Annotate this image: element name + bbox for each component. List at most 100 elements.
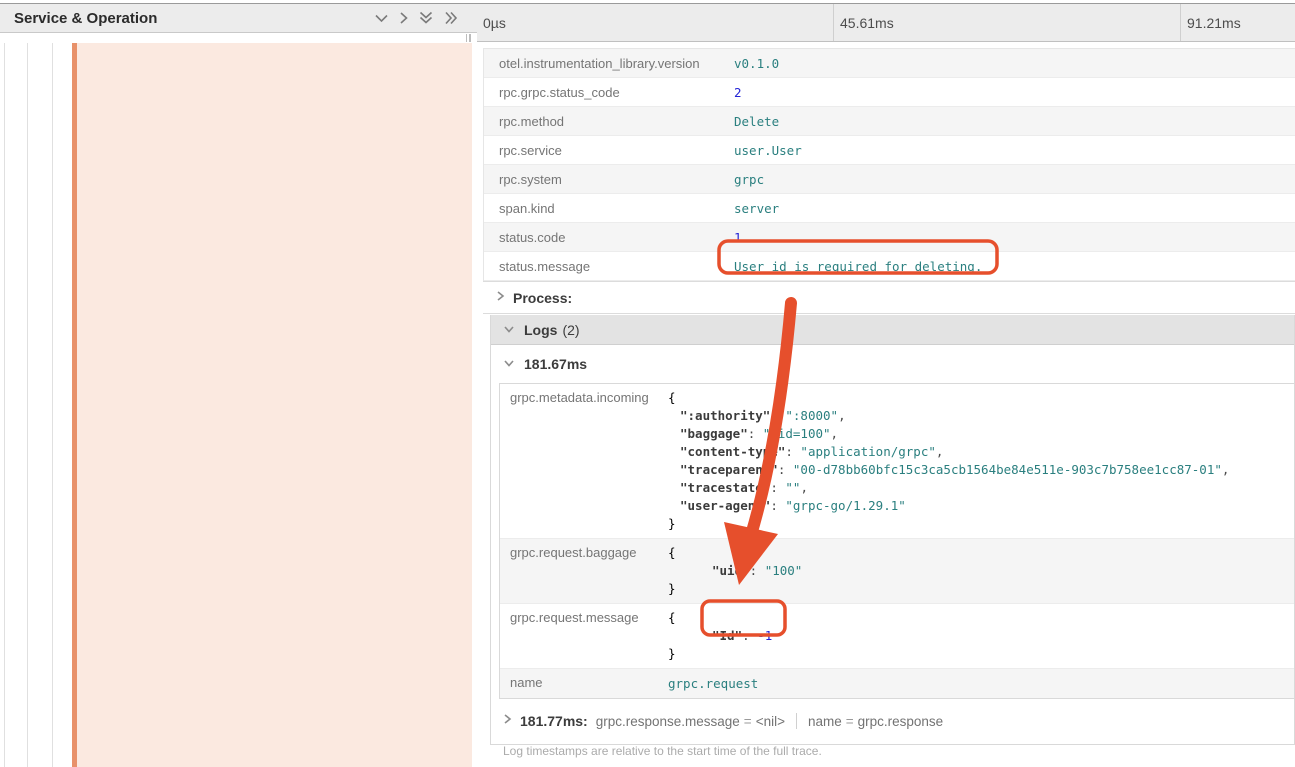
tag-value: server [734, 201, 779, 216]
column-resizer-handle[interactable] [463, 33, 473, 42]
tag-row: otel.instrumentation_library.versionv0.1… [484, 49, 1295, 78]
tag-key: span.kind [484, 201, 734, 216]
summary-divider [796, 713, 797, 729]
log-field-row: namegrpc.request [500, 669, 1294, 698]
json-entry: "Id": -1 [668, 627, 1286, 645]
tick-label-0: 0µs [483, 4, 506, 41]
service-operation-title: Service & Operation [0, 10, 374, 27]
summary-key: name [808, 714, 842, 729]
log-timestamp: 181.67ms [524, 356, 587, 372]
json-key: "traceparent" [680, 462, 778, 477]
chevron-right-icon [503, 712, 512, 730]
tag-value: Delete [734, 114, 779, 129]
json-value: "00-d78bb60bfc15c3ca5cb1564be84e511e-903… [793, 462, 1222, 477]
json-comma: , [936, 444, 944, 459]
json-colon: : [770, 480, 785, 495]
log-field-value: {"uid": "100"} [668, 539, 1294, 603]
json-colon: : [742, 628, 757, 643]
json-colon: : [750, 563, 765, 578]
log-field-row: grpc.metadata.incoming{":authority": ":8… [500, 384, 1294, 539]
json-colon: : [778, 462, 793, 477]
json-value: ":8000" [785, 408, 838, 423]
json-open-brace: { [668, 544, 1286, 562]
log-summary: grpc.response.message=<nil>name=grpc.res… [596, 713, 943, 729]
json-key: "Id" [712, 628, 742, 643]
tick-divider [833, 4, 834, 41]
log-field-row: grpc.request.message{"Id": -1} [500, 604, 1294, 669]
json-open-brace: { [668, 609, 1286, 627]
json-comma: , [1222, 462, 1230, 477]
json-key: "uid" [712, 563, 750, 578]
json-entry: "tracestate": "", [668, 479, 1286, 497]
tick-label-2: 91.21ms [1187, 4, 1241, 41]
log-field-key: grpc.request.baggage [500, 539, 668, 603]
log-field-key: grpc.request.message [500, 604, 668, 668]
tag-key: rpc.service [484, 143, 734, 158]
log-entry-collapsed-toggle[interactable]: 181.77ms: grpc.response.message=<nil>nam… [491, 706, 1294, 736]
json-key: "baggage" [680, 426, 748, 441]
collapse-one-icon[interactable] [374, 11, 389, 25]
log-entry-toggle[interactable]: 181.67ms [491, 345, 1294, 383]
summary-value: <nil> [756, 714, 785, 729]
json-value: "uid=100" [763, 426, 831, 441]
logs-count: (2) [562, 322, 579, 338]
tag-key: status.code [484, 230, 734, 245]
tags-table: otel.instrumentation_library.versionv0.1… [483, 48, 1295, 281]
tag-value: v0.1.0 [734, 56, 779, 71]
chevron-right-icon [496, 289, 505, 307]
log-field-row: grpc.request.baggage{"uid": "100"} [500, 539, 1294, 604]
tag-key: rpc.method [484, 114, 734, 129]
summary-key: grpc.response.message [596, 714, 740, 729]
expand-all-icon[interactable] [443, 10, 459, 26]
log-field-key: grpc.metadata.incoming [500, 384, 668, 538]
tree-guide-line [4, 43, 5, 767]
logs-label: Logs [524, 322, 557, 338]
tag-row: span.kindserver [484, 194, 1295, 223]
log-field-key: name [500, 669, 668, 698]
span-collapse-controls [374, 10, 477, 26]
timeline-ruler[interactable]: 0µs 45.61ms 91.21ms [477, 4, 1295, 42]
json-entry: ":authority": ":8000", [668, 407, 1286, 425]
json-key: "tracestate" [680, 480, 770, 495]
tag-key: status.message [484, 259, 734, 274]
tag-row: rpc.serviceuser.User [484, 136, 1295, 165]
tag-row: status.code1 [484, 223, 1295, 252]
json-entry: "baggage": "uid=100", [668, 425, 1286, 443]
tag-row: rpc.grpc.status_code2 [484, 78, 1295, 107]
summary-equals: = [740, 714, 756, 729]
json-value: "application/grpc" [800, 444, 935, 459]
json-colon: : [770, 498, 785, 513]
json-entry: "content-type": "application/grpc", [668, 443, 1286, 461]
log-fields-table: grpc.metadata.incoming{":authority": ":8… [499, 383, 1294, 699]
json-value: "" [785, 480, 800, 495]
json-value: "grpc-go/1.29.1" [785, 498, 905, 513]
span-detail-panel: otel.instrumentation_library.versionv0.1… [483, 43, 1295, 767]
tick-label-1: 45.61ms [840, 4, 894, 41]
log-field-text-value: grpc.request [668, 676, 758, 691]
collapse-all-icon[interactable] [418, 10, 434, 26]
json-close-brace: } [668, 645, 1286, 663]
json-colon: : [785, 444, 800, 459]
json-open-brace: { [668, 389, 1286, 407]
tag-value: user.User [734, 143, 802, 158]
logs-section-toggle[interactable]: Logs (2) [491, 315, 1294, 345]
log-field-value: {"Id": -1} [668, 604, 1294, 668]
log-field-value: grpc.request [668, 669, 1294, 698]
json-entry: "user-agent": "grpc-go/1.29.1" [668, 497, 1286, 515]
json-value: -1 [757, 628, 772, 643]
expand-one-icon[interactable] [398, 11, 409, 25]
summary-value: grpc.response [858, 714, 944, 729]
tag-key: rpc.system [484, 172, 734, 187]
json-comma: , [838, 408, 846, 423]
tag-key: rpc.grpc.status_code [484, 85, 734, 100]
json-colon: : [770, 408, 785, 423]
process-section-toggle[interactable]: Process: [483, 281, 1295, 314]
json-close-brace: } [668, 515, 1286, 533]
json-comma: , [831, 426, 839, 441]
tag-value: 1 [734, 230, 742, 245]
logs-section: Logs (2) 181.67ms grpc.metadata.incoming… [490, 315, 1295, 745]
tick-divider [1180, 4, 1181, 41]
tree-guide-line [27, 43, 28, 767]
json-entry: "uid": "100" [668, 562, 1286, 580]
tag-key: otel.instrumentation_library.version [484, 56, 734, 71]
